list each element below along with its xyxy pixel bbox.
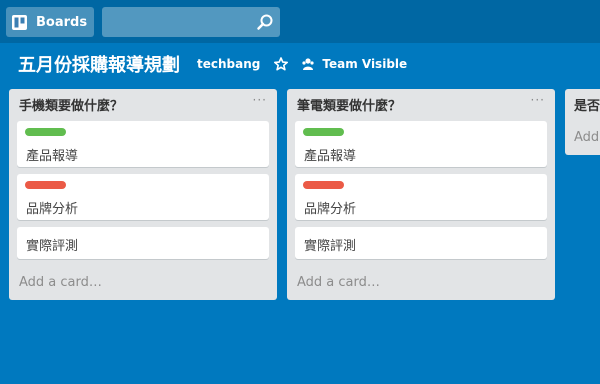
add-card-link[interactable]: Add a card… — [297, 275, 380, 290]
board-header: 五月份採購報導規劃 techbang Team Visible — [0, 48, 600, 80]
card[interactable]: 品牌分析 — [295, 174, 547, 220]
boards-button[interactable]: Boards — [6, 7, 94, 37]
list-phones: 手機類要做什麼？ ··· 產品報導 品牌分析 實際評測 Add a card… — [9, 89, 277, 300]
boards-icon — [12, 14, 27, 30]
list-title[interactable]: 手機類要做什麼？ — [19, 95, 123, 114]
card[interactable]: 產品報導 — [295, 121, 547, 167]
list-menu-button[interactable]: ··· — [253, 93, 267, 107]
list-laptops: 筆電類要做什麼？ ··· 產品報導 品牌分析 實際評測 Add a card… — [287, 89, 555, 300]
search-input[interactable] — [102, 7, 252, 37]
card[interactable]: 實際評測 — [295, 227, 547, 259]
star-icon[interactable] — [274, 57, 289, 71]
card-title: 品牌分析 — [304, 202, 357, 217]
add-card-link[interactable]: Add a card… — [19, 275, 102, 290]
label-red — [303, 181, 344, 189]
card-title: 產品報導 — [304, 149, 357, 164]
list-title[interactable]: 是否 — [574, 95, 600, 114]
board-title[interactable]: 五月份採購報導規劃 — [18, 51, 180, 77]
label-red — [25, 181, 66, 189]
label-green — [25, 128, 66, 136]
organization-name[interactable]: techbang — [197, 57, 260, 71]
search-icon[interactable] — [256, 13, 274, 31]
add-card-link[interactable]: Add — [574, 130, 599, 145]
card-title: 實際評測 — [26, 239, 79, 254]
visibility-label[interactable]: Team Visible — [322, 57, 407, 71]
list-menu-button[interactable]: ··· — [531, 93, 545, 107]
search-box[interactable] — [102, 7, 280, 37]
top-bar: Boards — [0, 0, 600, 43]
card-title: 產品報導 — [26, 149, 79, 164]
label-green — [303, 128, 344, 136]
card[interactable]: 品牌分析 — [17, 174, 269, 220]
card[interactable]: 產品報導 — [17, 121, 269, 167]
boards-label: Boards — [36, 14, 88, 30]
list-partial: 是否 Add — [565, 89, 600, 155]
card-title: 品牌分析 — [26, 202, 79, 217]
team-icon — [302, 58, 314, 70]
list-title[interactable]: 筆電類要做什麼？ — [297, 95, 401, 114]
card[interactable]: 實際評測 — [17, 227, 269, 259]
card-title: 實際評測 — [304, 239, 357, 254]
